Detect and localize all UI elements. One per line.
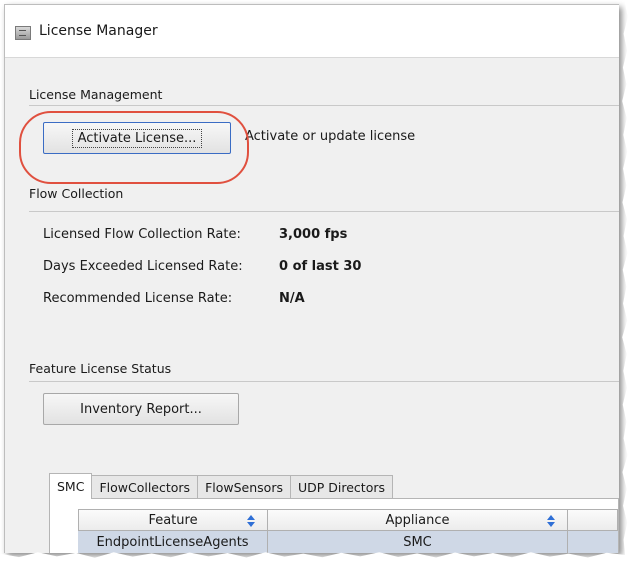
- licensed-rate-row: Licensed Flow Collection Rate: 3,000 fps: [43, 227, 347, 242]
- license-management-heading: License Management: [29, 87, 163, 102]
- highlight-annotation-ring: [19, 111, 249, 184]
- days-exceeded-row: Days Exceeded Licensed Rate: 0 of last 3…: [43, 259, 361, 274]
- sort-updown-icon[interactable]: [247, 515, 255, 527]
- tab-flowsensors[interactable]: FlowSensors: [197, 475, 291, 499]
- license-management-divider: [29, 105, 619, 106]
- table-row[interactable]: EndpointLicenseAgents SMC: [78, 531, 618, 553]
- days-exceeded-value: 0 of last 30: [279, 259, 362, 274]
- column-header-extra: [568, 509, 618, 531]
- inventory-report-button-label: Inventory Report...: [80, 401, 202, 417]
- column-header-feature-label: Feature: [148, 512, 198, 528]
- table-cell-extra: [568, 531, 618, 553]
- license-manager-window: License Manager License Management Activ…: [4, 4, 619, 553]
- column-header-feature[interactable]: Feature: [78, 509, 268, 531]
- sort-updown-icon[interactable]: [547, 515, 555, 527]
- table-cell-feature: EndpointLicenseAgents: [78, 531, 268, 553]
- feature-license-table: Feature Appliance EndpointLicenseAgents …: [49, 498, 619, 553]
- torn-edge-right: [622, 0, 632, 562]
- activate-description: Activate or update license: [245, 129, 416, 144]
- days-exceeded-label: Days Exceeded Licensed Rate:: [43, 259, 243, 274]
- table-cell-appliance: SMC: [268, 531, 568, 553]
- tab-flowcollectors[interactable]: FlowCollectors: [91, 475, 199, 499]
- title-bar: License Manager: [5, 5, 619, 58]
- tab-udp-directors[interactable]: UDP Directors: [289, 475, 393, 499]
- recommended-rate-label: Recommended License Rate:: [43, 291, 233, 306]
- table-header: Feature Appliance: [78, 509, 618, 531]
- appliance-tabs: SMC FlowCollectors FlowSensors UDP Direc…: [49, 473, 393, 499]
- feature-license-divider: [29, 381, 619, 382]
- flow-collection-heading: Flow Collection: [29, 186, 124, 201]
- window-title: License Manager: [39, 23, 158, 39]
- licensed-rate-label: Licensed Flow Collection Rate:: [43, 227, 241, 242]
- inventory-report-button[interactable]: Inventory Report...: [43, 393, 239, 425]
- column-header-appliance-label: Appliance: [385, 512, 450, 528]
- recommended-rate-row: Recommended License Rate: N/A: [43, 291, 305, 306]
- recommended-rate-value: N/A: [279, 291, 305, 306]
- licensed-rate-value: 3,000 fps: [279, 227, 348, 242]
- feature-license-status-heading: Feature License Status: [29, 361, 172, 376]
- column-header-appliance[interactable]: Appliance: [268, 509, 568, 531]
- flow-collection-divider: [29, 211, 619, 212]
- tab-smc[interactable]: SMC: [49, 473, 93, 499]
- app-window-icon: [15, 26, 31, 40]
